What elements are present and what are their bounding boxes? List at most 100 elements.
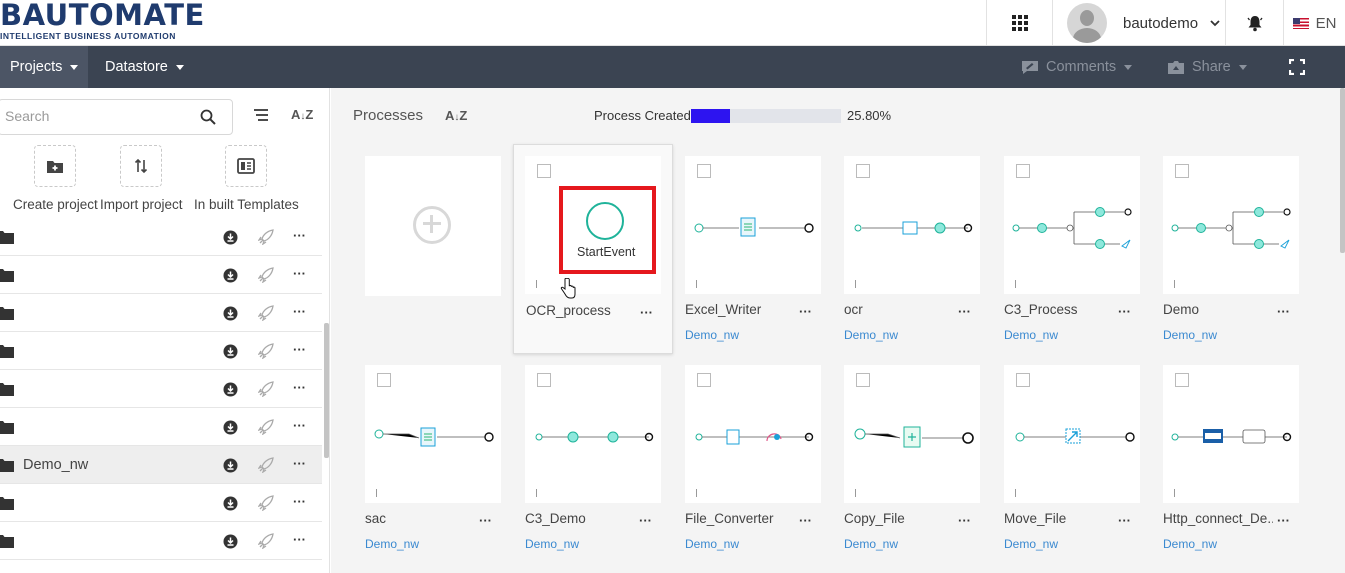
process-thumbnail[interactable] (1004, 156, 1140, 294)
more-options-icon[interactable]: ··· (958, 304, 971, 319)
process-card[interactable]: ocr ··· Demo_nw (832, 144, 992, 354)
process-name[interactable]: Http_connect_De... (1163, 511, 1273, 526)
add-process-tile[interactable] (365, 156, 501, 296)
project-row[interactable]: ··· (0, 408, 322, 446)
create-project-button[interactable]: Create project (13, 145, 98, 212)
process-project-link[interactable]: Demo_nw (525, 537, 579, 551)
process-name[interactable]: OCR_process (526, 303, 636, 318)
process-project-link[interactable]: Demo_nw (1004, 328, 1058, 342)
process-card[interactable]: Move_File ··· Demo_nw (992, 353, 1152, 563)
nav-projects[interactable]: Projects (0, 46, 88, 88)
import-project-button[interactable]: Import project (100, 145, 183, 212)
project-row-demo-nw[interactable]: Demo_nw ··· (0, 446, 322, 484)
rocket-icon[interactable] (258, 381, 274, 397)
rocket-icon[interactable] (258, 495, 274, 511)
more-options-icon[interactable]: ··· (1118, 304, 1131, 319)
notifications-button[interactable] (1225, 0, 1283, 46)
process-name[interactable]: Move_File (1004, 511, 1114, 526)
process-name[interactable]: C3_Demo (525, 511, 635, 526)
process-project-link[interactable]: Demo_nw (1163, 328, 1217, 342)
project-row[interactable]: ··· (0, 332, 322, 370)
download-icon[interactable] (223, 268, 238, 283)
process-thumbnail[interactable] (1163, 156, 1299, 294)
user-menu[interactable]: bautodemo (1052, 0, 1225, 46)
process-project-link[interactable]: Demo_nw (685, 328, 739, 342)
more-options-icon[interactable]: ··· (293, 380, 306, 395)
process-thumbnail[interactable] (365, 365, 501, 503)
sort-az-icon[interactable]: A↓Z (291, 107, 313, 122)
process-name[interactable]: sac (365, 511, 475, 526)
search-icon[interactable] (200, 109, 216, 125)
process-thumbnail[interactable] (844, 156, 980, 294)
process-card[interactable]: C3_Process ··· Demo_nw (992, 144, 1152, 354)
process-card[interactable]: File_Converter ··· Demo_nw (673, 353, 833, 563)
more-options-icon[interactable]: ··· (479, 513, 492, 528)
process-name[interactable]: C3_Process (1004, 302, 1114, 317)
more-options-icon[interactable]: ··· (293, 532, 306, 547)
download-icon[interactable] (223, 382, 238, 397)
project-row[interactable]: ··· (0, 484, 322, 522)
more-options-icon[interactable]: ··· (293, 228, 306, 243)
select-checkbox[interactable] (697, 164, 711, 178)
more-options-icon[interactable]: ··· (639, 513, 652, 528)
more-options-icon[interactable]: ··· (293, 418, 306, 433)
rocket-icon[interactable] (258, 343, 274, 359)
select-checkbox[interactable] (1016, 373, 1030, 387)
main-scrollbar[interactable] (1340, 88, 1345, 253)
more-options-icon[interactable]: ··· (640, 305, 653, 320)
download-icon[interactable] (223, 534, 238, 549)
more-options-icon[interactable]: ··· (799, 304, 812, 319)
rocket-icon[interactable] (258, 267, 274, 283)
download-icon[interactable] (223, 420, 238, 435)
rocket-icon[interactable] (258, 305, 274, 321)
download-icon[interactable] (223, 230, 238, 245)
project-row[interactable]: ··· (0, 294, 322, 332)
process-project-link[interactable]: Demo_nw (844, 328, 898, 342)
process-name[interactable]: ocr (844, 302, 954, 317)
select-checkbox[interactable] (537, 164, 551, 178)
in-built-templates-button[interactable]: In built Templates (194, 145, 299, 212)
language-selector[interactable]: EN (1283, 0, 1345, 46)
process-project-link[interactable]: Demo_nw (365, 537, 419, 551)
rocket-icon[interactable] (258, 419, 274, 435)
project-row[interactable]: ··· (0, 256, 322, 294)
download-icon[interactable] (223, 344, 238, 359)
process-card[interactable]: Copy_File ··· Demo_nw (832, 353, 992, 563)
process-thumbnail[interactable] (685, 156, 821, 294)
more-options-icon[interactable]: ··· (958, 513, 971, 528)
download-icon[interactable] (223, 306, 238, 321)
process-card[interactable]: Http_connect_De... ··· Demo_nw (1151, 353, 1311, 563)
more-options-icon[interactable]: ··· (293, 494, 306, 509)
process-project-link[interactable]: Demo_nw (1004, 537, 1058, 551)
more-options-icon[interactable]: ··· (293, 266, 306, 281)
process-thumbnail[interactable] (1163, 365, 1299, 503)
project-row[interactable]: ··· (0, 522, 322, 560)
more-options-icon[interactable]: ··· (1277, 513, 1290, 528)
process-project-link[interactable]: Demo_nw (1163, 537, 1217, 551)
process-name[interactable]: Excel_Writer (685, 302, 795, 317)
download-icon[interactable] (223, 496, 238, 511)
more-options-icon[interactable]: ··· (293, 342, 306, 357)
sort-lines-icon[interactable] (253, 108, 269, 122)
process-card[interactable]: sac ··· Demo_nw (353, 353, 513, 563)
fullscreen-icon[interactable] (1289, 59, 1305, 75)
process-card[interactable]: Demo ··· Demo_nw (1151, 144, 1311, 354)
more-options-icon[interactable]: ··· (1118, 513, 1131, 528)
process-thumbnail[interactable] (844, 365, 980, 503)
rocket-icon[interactable] (258, 533, 274, 549)
select-checkbox[interactable] (697, 373, 711, 387)
share-menu[interactable]: Share (1167, 46, 1247, 88)
sidebar-scrollbar[interactable] (324, 323, 329, 458)
search-input[interactable] (5, 108, 185, 124)
process-thumbnail[interactable] (685, 365, 821, 503)
process-project-link[interactable]: Demo_nw (685, 537, 739, 551)
process-name[interactable]: Copy_File (844, 511, 954, 526)
rocket-icon[interactable] (258, 229, 274, 245)
process-name[interactable]: Demo (1163, 302, 1273, 317)
more-options-icon[interactable]: ··· (1277, 304, 1290, 319)
comments-menu[interactable]: Comments (1021, 46, 1133, 88)
process-card[interactable]: Excel_Writer ··· Demo_nw (673, 144, 833, 354)
process-card[interactable]: C3_Demo ··· Demo_nw (513, 353, 673, 563)
process-project-link[interactable]: Demo_nw (844, 537, 898, 551)
more-options-icon[interactable]: ··· (799, 513, 812, 528)
